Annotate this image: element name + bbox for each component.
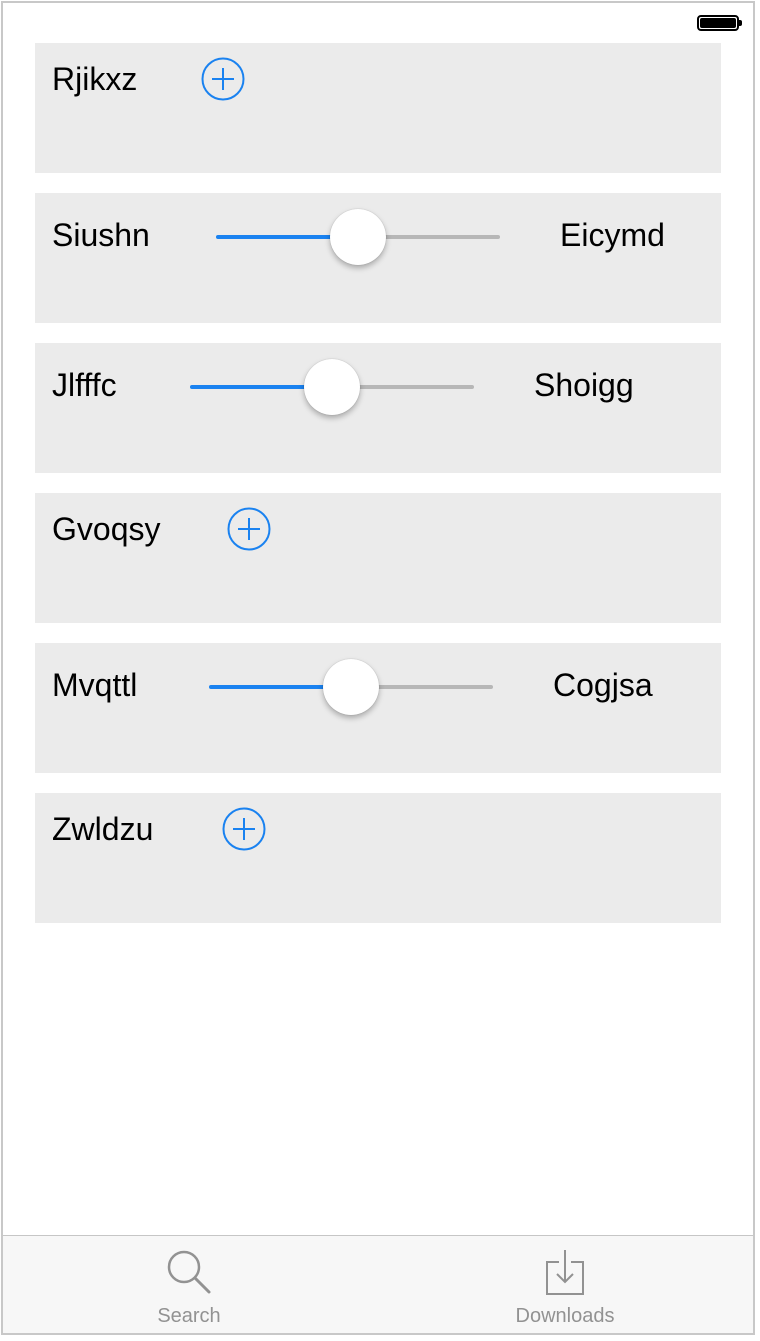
list-row-rjikxz: Rjikxz — [35, 43, 721, 173]
tab-label: Search — [157, 1305, 221, 1327]
slider-thumb[interactable] — [330, 209, 386, 265]
list-row-siushn: Siushn Eicymd — [35, 193, 721, 323]
app-screen: Rjikxz Siushn Eicymd Jlfffc Shoigg Gvoqs… — [1, 1, 755, 1335]
list-row-jlfffc: Jlfffc Shoigg — [35, 343, 721, 473]
add-button[interactable] — [227, 507, 271, 551]
list-row-gvoqsy: Gvoqsy — [35, 493, 721, 623]
plus-circle-icon — [201, 57, 245, 101]
list-row-zwldzu: Zwldzu — [35, 793, 721, 923]
add-button[interactable] — [222, 807, 266, 851]
list-row-mvqttl: Mvqttl Cogjsa — [35, 643, 721, 773]
status-bar — [3, 3, 753, 43]
battery-icon — [697, 15, 742, 31]
settings-list: Rjikxz Siushn Eicymd Jlfffc Shoigg Gvoqs… — [35, 43, 721, 943]
row-label: Zwldzu — [52, 811, 154, 847]
value-slider[interactable] — [190, 357, 474, 417]
row-label: Jlfffc — [52, 367, 117, 403]
row-label: Gvoqsy — [52, 511, 161, 547]
slider-thumb[interactable] — [323, 659, 379, 715]
value-slider[interactable] — [209, 657, 493, 717]
value-slider[interactable] — [216, 207, 500, 267]
tab-downloads[interactable]: Downloads — [465, 1236, 665, 1333]
slider-right-label: Cogjsa — [553, 667, 653, 703]
search-icon — [167, 1250, 211, 1294]
tab-label: Downloads — [515, 1305, 615, 1327]
slider-thumb[interactable] — [304, 359, 360, 415]
download-icon — [546, 1250, 584, 1295]
slider-right-label: Shoigg — [534, 367, 634, 403]
slider-right-label: Eicymd — [560, 217, 665, 253]
plus-circle-icon — [222, 807, 266, 851]
row-label: Siushn — [52, 217, 150, 253]
plus-circle-icon — [227, 507, 271, 551]
tab-bar: Search Downloads — [3, 1235, 753, 1333]
tab-search[interactable]: Search — [89, 1236, 289, 1333]
add-button[interactable] — [201, 57, 245, 101]
row-label: Mvqttl — [52, 667, 138, 703]
row-label: Rjikxz — [52, 61, 138, 97]
